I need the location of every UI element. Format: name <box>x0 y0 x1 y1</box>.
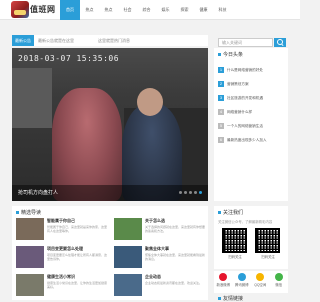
featured-thumbnail[interactable] <box>114 246 142 268</box>
follow-panel: 关注我们 关注微信公众号，了解最新精彩内容 扫码关注 扫码关注 <box>214 206 288 269</box>
qr-caption: 扫码关注 <box>228 255 242 259</box>
featured-item-description: 项目变更要怎么处理才能让所有人都满意，这里告诉你。 <box>47 253 108 261</box>
headline-text[interactable]: 网络营销什么样 <box>227 110 252 115</box>
featured-item-description: 智能属于你自己，来这里就是来你的家，这里有人在这里等你。 <box>47 225 108 233</box>
slider-dot-active[interactable] <box>199 191 202 194</box>
featured-item[interactable]: 智能属于你自己 智能属于你自己，来这里就是来你的家，这里有人在这里等你。 <box>16 218 108 244</box>
slider-dots <box>179 191 202 194</box>
headline-text[interactable]: 一个人的网络营销生活 <box>227 124 263 129</box>
sina-weibo-icon[interactable] <box>219 273 228 281</box>
social-label: 腾讯微博 <box>234 283 249 287</box>
social-label: QQ空间 <box>254 283 267 287</box>
featured-thumbnail[interactable] <box>16 274 44 296</box>
site-name[interactable]: 值班网 <box>30 4 56 15</box>
headline-item[interactable]: 3 社区旅游的开发和机遇 <box>218 91 284 105</box>
weibo-qr-code <box>255 228 280 253</box>
featured-item[interactable]: 健康生活小常识 健康生活小常识在这里，让你的生活更加健康美好。 <box>16 274 108 300</box>
featured-item-description: 企业动态和最新资讯都在这里，欢迎关注。 <box>145 281 203 285</box>
rank-badge: 3 <box>218 95 224 101</box>
headline-item[interactable]: 1 什么是网络营销的好处 <box>218 63 284 77</box>
camera-timestamp: 2018-03-07 15:35:06 <box>18 54 120 63</box>
today-headlines-title: 今日头条 <box>218 51 243 58</box>
social-label: 微信 <box>275 283 283 287</box>
featured-item-title[interactable]: 智能属于你自己 <box>47 218 108 224</box>
notice-bar: 最新公告 最新公告就是在这里 这里就是热门消息 <box>12 35 208 46</box>
friend-links-panel: 友情链接 <box>214 295 288 302</box>
featured-item[interactable]: 企业动态 企业动态和最新资讯都在这里，欢迎关注。 <box>114 274 206 300</box>
nav-item-tech[interactable]: 科技 <box>213 0 232 20</box>
nav-item-explore[interactable]: 探索 <box>175 0 194 20</box>
hero-image-window <box>12 68 52 128</box>
nav-item-entertainment[interactable]: 娱乐 <box>156 0 175 20</box>
nav-item-home[interactable]: 首页 <box>60 0 80 20</box>
social-link[interactable]: 新浪微博 <box>214 273 233 293</box>
rank-badge: 5 <box>218 123 224 129</box>
rank-badge: 2 <box>218 81 224 87</box>
featured-item-description: 健康生活小常识在这里，让你的生活更加健康美好。 <box>47 281 108 289</box>
social-links: 新浪微博 腾讯微博 QQ空间 微信 <box>214 271 288 293</box>
slider-dot[interactable] <box>189 191 192 194</box>
social-link[interactable]: QQ空间 <box>251 273 270 293</box>
social-link[interactable]: 微信 <box>270 273 289 293</box>
rank-badge: 1 <box>218 67 224 73</box>
hero-caption[interactable]: 抢司机方向盘打人 <box>18 189 58 196</box>
wechat-qr-code <box>222 228 247 253</box>
featured-item[interactable]: 项目变更要怎么处理 项目变更要怎么处理才能让所有人都满意，这里告诉你。 <box>16 246 108 272</box>
hero-slider[interactable]: 2018-03-07 15:35:06 抢司机方向盘打人 <box>12 48 208 201</box>
headline-item[interactable]: 2 营销策划方案 <box>218 77 284 91</box>
headline-text[interactable]: 什么是网络营销的好处 <box>227 68 263 73</box>
nav-item-hot-2[interactable]: 热点 <box>99 0 118 20</box>
slider-dot[interactable] <box>179 191 182 194</box>
featured-item-title[interactable]: 关于怎么选 <box>145 218 206 224</box>
headline-item[interactable]: 5 一个人的网络营销生活 <box>218 119 284 133</box>
featured-item-title[interactable]: 项目变更要怎么处理 <box>47 246 108 252</box>
main-nav: 首页 热点 热点 社会 综合 娱乐 探索 健康 科技 <box>60 0 232 20</box>
headline-text[interactable]: 社区旅游的开发和机遇 <box>227 96 263 101</box>
featured-item-title[interactable]: 聚焦全体大事 <box>145 246 206 252</box>
featured-thumbnail[interactable] <box>16 246 44 268</box>
notice-text[interactable]: 最新公告就是在这里 <box>38 35 74 46</box>
nav-item-hot[interactable]: 热点 <box>80 0 99 20</box>
qr-caption-2: 扫码关注 <box>261 255 275 259</box>
notice-text-2[interactable]: 这里就是热门消息 <box>98 35 130 46</box>
headline-item[interactable]: 6 最新热度出现多少人加入 <box>218 133 284 147</box>
top-navigation-bar: 值班网 首页 热点 热点 社会 综合 娱乐 探索 健康 科技 <box>0 0 300 20</box>
featured-panel: 精选导读 智能属于你自己 智能属于你自己，来这里就是来你的家，这里有人在这里等你。… <box>12 206 208 300</box>
hero-image-head <box>137 88 163 116</box>
slider-dot[interactable] <box>194 191 197 194</box>
headline-text[interactable]: 最新热度出现多少人加入 <box>227 138 267 143</box>
wechat-icon[interactable] <box>274 273 283 281</box>
follow-description: 关注微信公众号，了解最新精彩内容 <box>218 220 273 224</box>
rank-badge: 4 <box>218 109 224 115</box>
social-label: 新浪微博 <box>216 283 231 287</box>
featured-item-title[interactable]: 企业动态 <box>145 274 206 280</box>
search-icon[interactable] <box>274 38 286 47</box>
follow-title: 关注我们 <box>218 209 243 216</box>
slider-dot[interactable] <box>184 191 187 194</box>
today-headlines-panel: 今日头条 1 什么是网络营销的好处 2 营销策划方案 3 社区旅游的开发和机遇 4 网络营销什… <box>214 48 288 201</box>
featured-item-title[interactable]: 健康生活小常识 <box>47 274 108 280</box>
social-link[interactable]: 腾讯微博 <box>233 273 252 293</box>
featured-item-description: 聚焦全体大事就在这里，来这里就能看到最新的消息。 <box>145 253 206 261</box>
featured-item-description: 关于选择的问题就在这里，来这里就有你想要的答案和方法。 <box>145 225 206 233</box>
headline-text[interactable]: 营销策划方案 <box>227 82 249 87</box>
featured-thumbnail[interactable] <box>114 218 142 240</box>
nav-item-general[interactable]: 综合 <box>137 0 156 20</box>
featured-item[interactable]: 聚焦全体大事 聚焦全体大事就在这里，来这里就能看到最新的消息。 <box>114 246 206 272</box>
featured-thumbnail[interactable] <box>114 274 142 296</box>
site-logo[interactable] <box>11 1 29 18</box>
friend-links-title: 友情链接 <box>218 295 243 302</box>
today-headlines-list: 1 什么是网络营销的好处 2 营销策划方案 3 社区旅游的开发和机遇 4 网络营销什么样 5 一个… <box>218 63 284 147</box>
rank-badge: 6 <box>218 137 224 143</box>
featured-title: 精选导读 <box>16 209 41 216</box>
qzone-icon[interactable] <box>256 273 265 281</box>
featured-item[interactable]: 关于怎么选 关于选择的问题就在这里，来这里就有你想要的答案和方法。 <box>114 218 206 244</box>
search-input[interactable]: 输入关键词 <box>218 38 273 47</box>
nav-item-health[interactable]: 健康 <box>194 0 213 20</box>
headline-item[interactable]: 4 网络营销什么样 <box>218 105 284 119</box>
featured-thumbnail[interactable] <box>16 218 44 240</box>
nav-item-society[interactable]: 社会 <box>118 0 137 20</box>
notice-badge: 最新公告 <box>12 35 34 46</box>
tencent-weibo-icon[interactable] <box>237 273 246 281</box>
